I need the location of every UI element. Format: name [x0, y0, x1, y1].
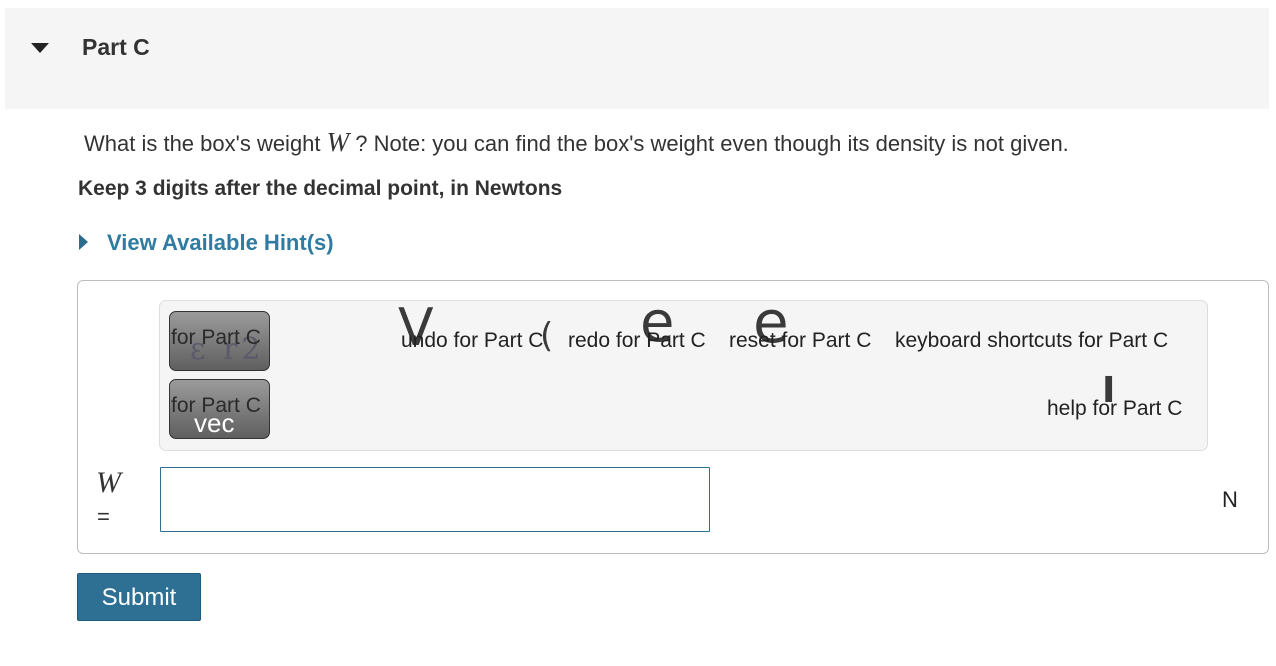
answer-variable-label: W	[96, 466, 121, 499]
question-variable: W	[326, 127, 350, 157]
part-header[interactable]	[5, 8, 1269, 109]
templates-button-label: for Part C	[171, 326, 261, 349]
collapse-caret-icon[interactable]	[31, 43, 49, 53]
vector-button-label: for Part C	[171, 394, 261, 417]
answer-input[interactable]	[160, 467, 710, 532]
part-title: Part C	[82, 34, 150, 60]
instruction-text: Keep 3 digits after the decimal point, i…	[78, 177, 563, 200]
question-prefix: What is the box's weight	[84, 131, 327, 156]
view-hints-link[interactable]: View Available Hint(s)	[107, 230, 334, 256]
redo-button[interactable]: redo for Part C	[568, 329, 706, 353]
unit-label: N	[1222, 487, 1238, 512]
undo-button[interactable]: undo for Part C	[401, 329, 543, 353]
templates-button[interactable]: ε r2 for Part C	[169, 311, 270, 371]
question-text: What is the box's weight W ? Note: you c…	[84, 127, 1069, 158]
help-button[interactable]: help for Part C	[1047, 397, 1182, 421]
math-toolbar	[159, 300, 1208, 451]
submit-button[interactable]: Submit	[77, 573, 201, 621]
equals-sign: =	[97, 504, 110, 529]
question-suffix: ? Note: you can find the box's weight ev…	[349, 131, 1069, 156]
hint-caret-icon[interactable]	[79, 234, 88, 250]
reset-button[interactable]: reset for Part C	[729, 329, 871, 353]
vector-button[interactable]: vec for Part C	[169, 379, 270, 439]
keyboard-shortcuts-button[interactable]: keyboard shortcuts for Part C	[895, 329, 1168, 353]
